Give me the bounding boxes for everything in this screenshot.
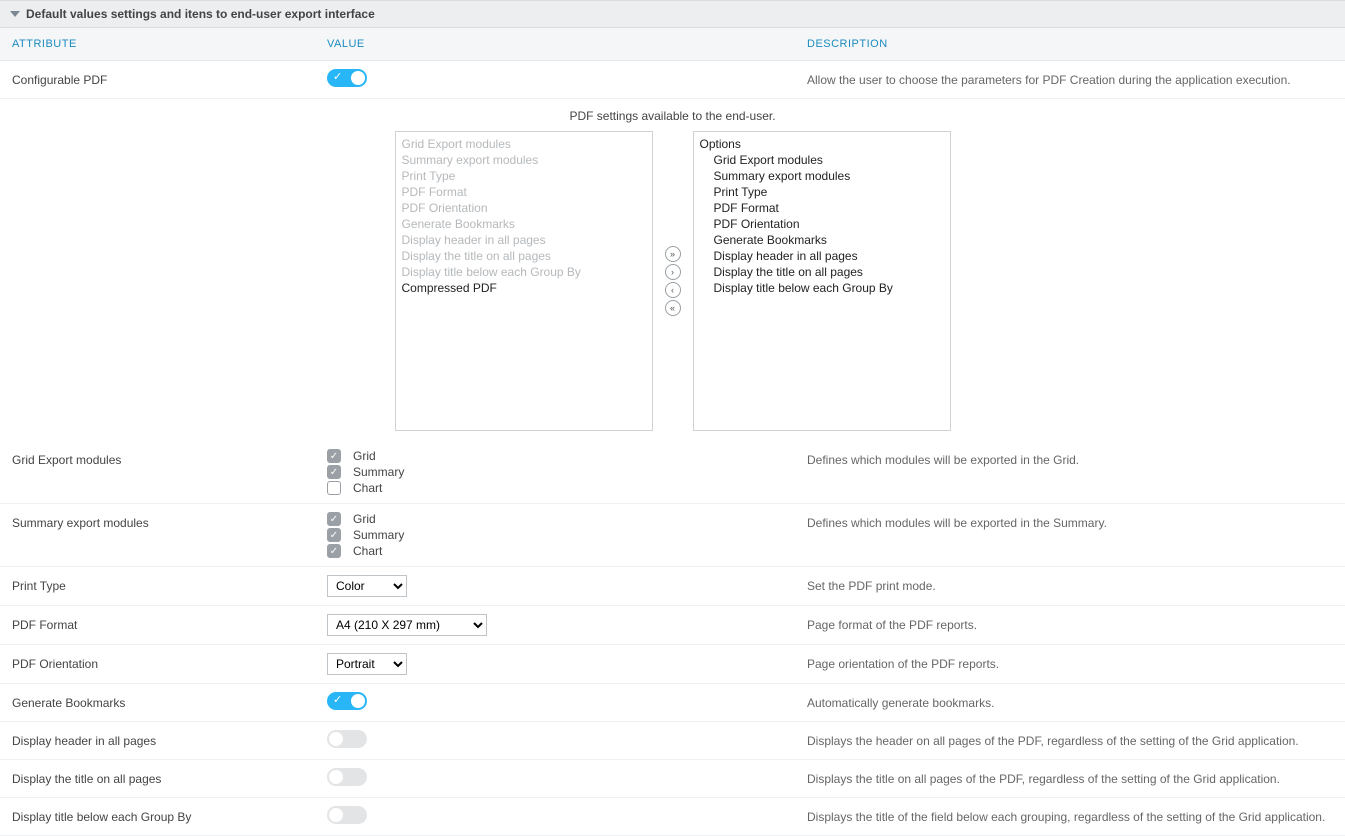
available-listbox[interactable]: Grid Export modules Summary export modul… [395,131,653,431]
list-item[interactable]: Generate Bookmarks [402,216,646,232]
desc-text: Page format of the PDF reports. [807,614,1333,632]
row-configurable-pdf: Configurable PDF Allow the user to choos… [0,61,1345,99]
attr-label: PDF Format [12,614,327,632]
move-all-right-button[interactable]: » [665,246,681,262]
column-headers: ATTRIBUTE VALUE DESCRIPTION [0,28,1345,61]
row-generate-bookmarks: Generate Bookmarks Automatically generat… [0,684,1345,722]
list-item[interactable]: Display the title on all pages [402,248,646,264]
transfer-arrows: » › ‹ « [663,131,683,431]
select-print-type[interactable]: Color [327,575,407,597]
row-display-header: Display header in all pages Displays the… [0,722,1345,760]
list-item[interactable]: Display the title on all pages [700,264,944,280]
list-item[interactable]: PDF Format [402,184,646,200]
row-pdf-orientation: PDF Orientation Portrait Page orientatio… [0,645,1345,684]
collapse-icon [10,11,20,17]
checkbox-chart[interactable] [327,481,341,495]
move-left-button[interactable]: ‹ [665,282,681,298]
desc-text: Automatically generate bookmarks. [807,692,1333,710]
checkbox-label: Grid [353,449,376,463]
checkbox-grid[interactable] [327,449,341,463]
attr-label: Display title below each Group By [12,806,327,824]
list-item[interactable]: Generate Bookmarks [700,232,944,248]
checkbox-grid[interactable] [327,512,341,526]
desc-text: Displays the title on all pages of the P… [807,768,1333,786]
toggle-display-title-group[interactable] [327,806,367,824]
dual-listbox-section: PDF settings available to the end-user. … [0,99,1345,441]
checkbox-chart[interactable] [327,544,341,558]
list-item[interactable]: PDF Format [700,200,944,216]
row-pdf-format: PDF Format A4 (210 X 297 mm) Page format… [0,606,1345,645]
select-pdf-format[interactable]: A4 (210 X 297 mm) [327,614,487,636]
attr-label: Display header in all pages [12,730,327,748]
desc-text: Displays the title of the field below ea… [807,806,1333,824]
checkbox-label: Summary [353,528,404,542]
header-attribute: ATTRIBUTE [12,38,327,50]
attr-label: Print Type [12,575,327,593]
desc-text: Allow the user to choose the parameters … [807,69,1333,87]
row-print-type: Print Type Color Set the PDF print mode. [0,567,1345,606]
desc-text: Set the PDF print mode. [807,575,1333,593]
desc-text: Displays the header on all pages of the … [807,730,1333,748]
selected-listbox[interactable]: Options Grid Export modules Summary expo… [693,131,951,431]
row-summary-export-modules: Summary export modules Grid Summary Char… [0,504,1345,567]
move-all-left-button[interactable]: « [665,300,681,316]
list-item[interactable]: PDF Orientation [700,216,944,232]
attr-label: Generate Bookmarks [12,692,327,710]
checkbox-summary[interactable] [327,528,341,542]
dual-title: PDF settings available to the end-user. [0,105,1345,131]
attr-label: PDF Orientation [12,653,327,671]
toggle-display-title[interactable] [327,768,367,786]
attr-label: Summary export modules [12,512,327,530]
move-right-button[interactable]: › [665,264,681,280]
attr-label: Grid Export modules [12,449,327,467]
attr-label: Display the title on all pages [12,768,327,786]
list-item[interactable]: Print Type [402,168,646,184]
list-item[interactable]: Summary export modules [402,152,646,168]
list-item[interactable]: PDF Orientation [402,200,646,216]
toggle-generate-bookmarks[interactable] [327,692,367,710]
panel-header[interactable]: Default values settings and itens to end… [0,0,1345,28]
checkbox-label: Chart [353,481,382,495]
select-pdf-orientation[interactable]: Portrait [327,653,407,675]
list-item[interactable]: Options [700,136,944,152]
desc-text: Defines which modules will be exported i… [807,512,1333,530]
panel-title: Default values settings and itens to end… [26,7,375,21]
toggle-configurable-pdf[interactable] [327,69,367,87]
attr-label: Configurable PDF [12,69,327,87]
list-item[interactable]: Compressed PDF [402,280,646,296]
desc-text: Defines which modules will be exported i… [807,449,1333,467]
toggle-display-header[interactable] [327,730,367,748]
header-value: VALUE [327,38,807,50]
checkbox-summary[interactable] [327,465,341,479]
list-item[interactable]: Display header in all pages [402,232,646,248]
list-item[interactable]: Display title below each Group By [402,264,646,280]
row-display-title: Display the title on all pages Displays … [0,760,1345,798]
header-description: DESCRIPTION [807,38,1333,50]
checkbox-label: Grid [353,512,376,526]
checkbox-label: Summary [353,465,404,479]
desc-text: Page orientation of the PDF reports. [807,653,1333,671]
list-item[interactable]: Summary export modules [700,168,944,184]
row-grid-export-modules: Grid Export modules Grid Summary Chart D… [0,441,1345,504]
list-item[interactable]: Display title below each Group By [700,280,944,296]
row-display-title-group: Display title below each Group By Displa… [0,798,1345,836]
list-item[interactable]: Print Type [700,184,944,200]
list-item[interactable]: Display header in all pages [700,248,944,264]
checkbox-label: Chart [353,544,382,558]
list-item[interactable]: Grid Export modules [700,152,944,168]
list-item[interactable]: Grid Export modules [402,136,646,152]
